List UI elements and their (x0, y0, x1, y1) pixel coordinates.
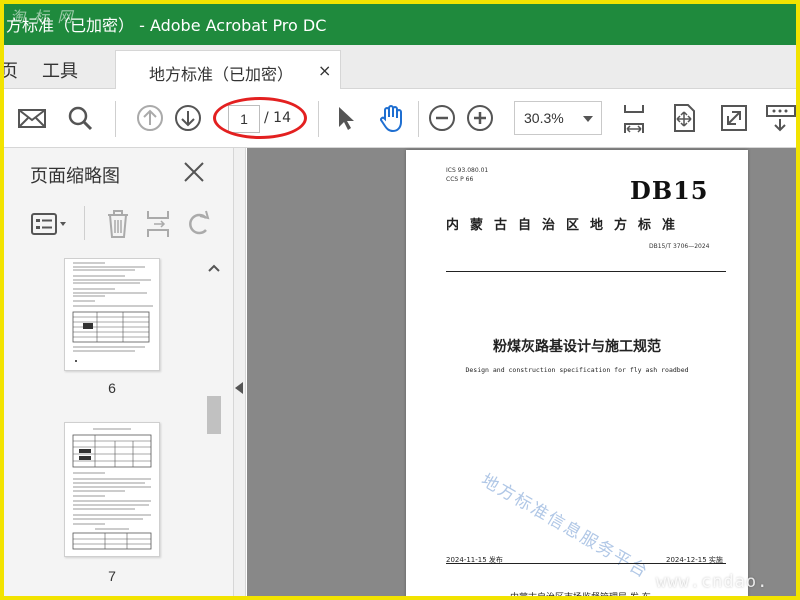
doc-standard-number: DB15/T 3706—2024 (649, 243, 710, 250)
title-watermark: 淘 标 网 (10, 8, 75, 26)
toolbar-separator (418, 101, 419, 137)
doc-watermark: 地方标准信息服务平台 (477, 470, 653, 583)
document-view[interactable]: ICS 93.080.01 CCS P 66 DB15 内蒙古自治区地方标准 D… (247, 148, 796, 600)
doc-ics-code: ICS 93.080.01 (446, 167, 489, 174)
doc-rule-bottom (446, 563, 726, 564)
thumbnails-pane-title: 页面缩略图 (30, 166, 120, 187)
doc-ics: ICS 93.080.01 CCS P 66 (446, 166, 488, 184)
more-tools-icon[interactable] (764, 102, 796, 134)
thumbnail-page-number: 7 (108, 568, 116, 584)
fit-page-icon[interactable] (668, 102, 700, 134)
close-icon[interactable] (182, 160, 206, 184)
options-icon[interactable] (30, 210, 72, 238)
toolbar: 1 / 14 30.3% (0, 89, 800, 148)
menu-tools[interactable]: 工具 (42, 57, 78, 83)
tab-bar: 页 工具 地方标准（已加密） × (0, 45, 800, 90)
zoom-select[interactable]: 30.3% (514, 101, 602, 135)
pane-separator (84, 206, 85, 240)
zoom-out-icon[interactable] (426, 102, 458, 134)
toolbar-separator (115, 101, 116, 137)
scrollbar-thumb[interactable] (207, 396, 221, 434)
title-bar: 方标准（已加密） - Adobe Acrobat Pro DC 淘 标 网 (0, 0, 800, 45)
collapse-left-icon (235, 382, 243, 394)
search-icon[interactable] (64, 102, 96, 134)
pointer-icon[interactable] (330, 102, 362, 134)
zoom-in-icon[interactable] (464, 102, 496, 134)
doc-code: DB15 (630, 176, 709, 205)
toolbar-separator (318, 101, 319, 137)
scroll-up-icon[interactable] (204, 258, 224, 278)
doc-title-en: Design and construction specification fo… (465, 366, 689, 374)
mail-icon[interactable] (16, 102, 48, 134)
site-watermark: www.cndao. (656, 572, 769, 592)
doc-rule (446, 271, 726, 272)
document-page: ICS 93.080.01 CCS P 66 DB15 内蒙古自治区地方标准 D… (406, 150, 748, 600)
thumbnails-pane: 页面缩略图 6 7 (4, 148, 234, 600)
doc-publisher: 内蒙古自治区市场监督管理局 发 布 (510, 593, 651, 600)
arrow-down-icon[interactable] (172, 102, 204, 134)
extract-icon[interactable] (144, 208, 172, 240)
rotate-icon[interactable] (184, 208, 214, 240)
fit-width-icon[interactable] (618, 102, 650, 134)
tab-close-icon[interactable]: × (318, 61, 331, 80)
thumbnail-page-number: 6 (108, 380, 116, 396)
menu-home[interactable]: 页 (0, 57, 18, 83)
delete-icon[interactable] (104, 208, 132, 240)
doc-ccs-code: CCS P 66 (446, 176, 474, 183)
thumbnails-list: 6 7 (4, 258, 204, 600)
hand-icon[interactable] (376, 102, 408, 134)
zoom-value: 30.3% (524, 110, 564, 126)
thumbnail-page-6[interactable] (64, 258, 160, 371)
highlight-annotation (213, 97, 307, 139)
doc-standard-type: 内蒙古自治区地方标准 (446, 218, 687, 233)
thumbnail-page-7[interactable] (64, 422, 160, 557)
document-tab[interactable]: 地方标准（已加密） × (115, 50, 341, 90)
chevron-down-icon (583, 116, 593, 122)
pane-collapse-handle[interactable] (234, 148, 246, 600)
document-tab-label: 地方标准（已加密） (149, 65, 294, 84)
thumbnails-scrollbar[interactable] (204, 258, 224, 600)
arrow-up-icon[interactable] (134, 102, 166, 134)
fullscreen-icon[interactable] (718, 102, 750, 134)
doc-title: 粉煤灰路基设计与施工规范 (493, 339, 661, 355)
